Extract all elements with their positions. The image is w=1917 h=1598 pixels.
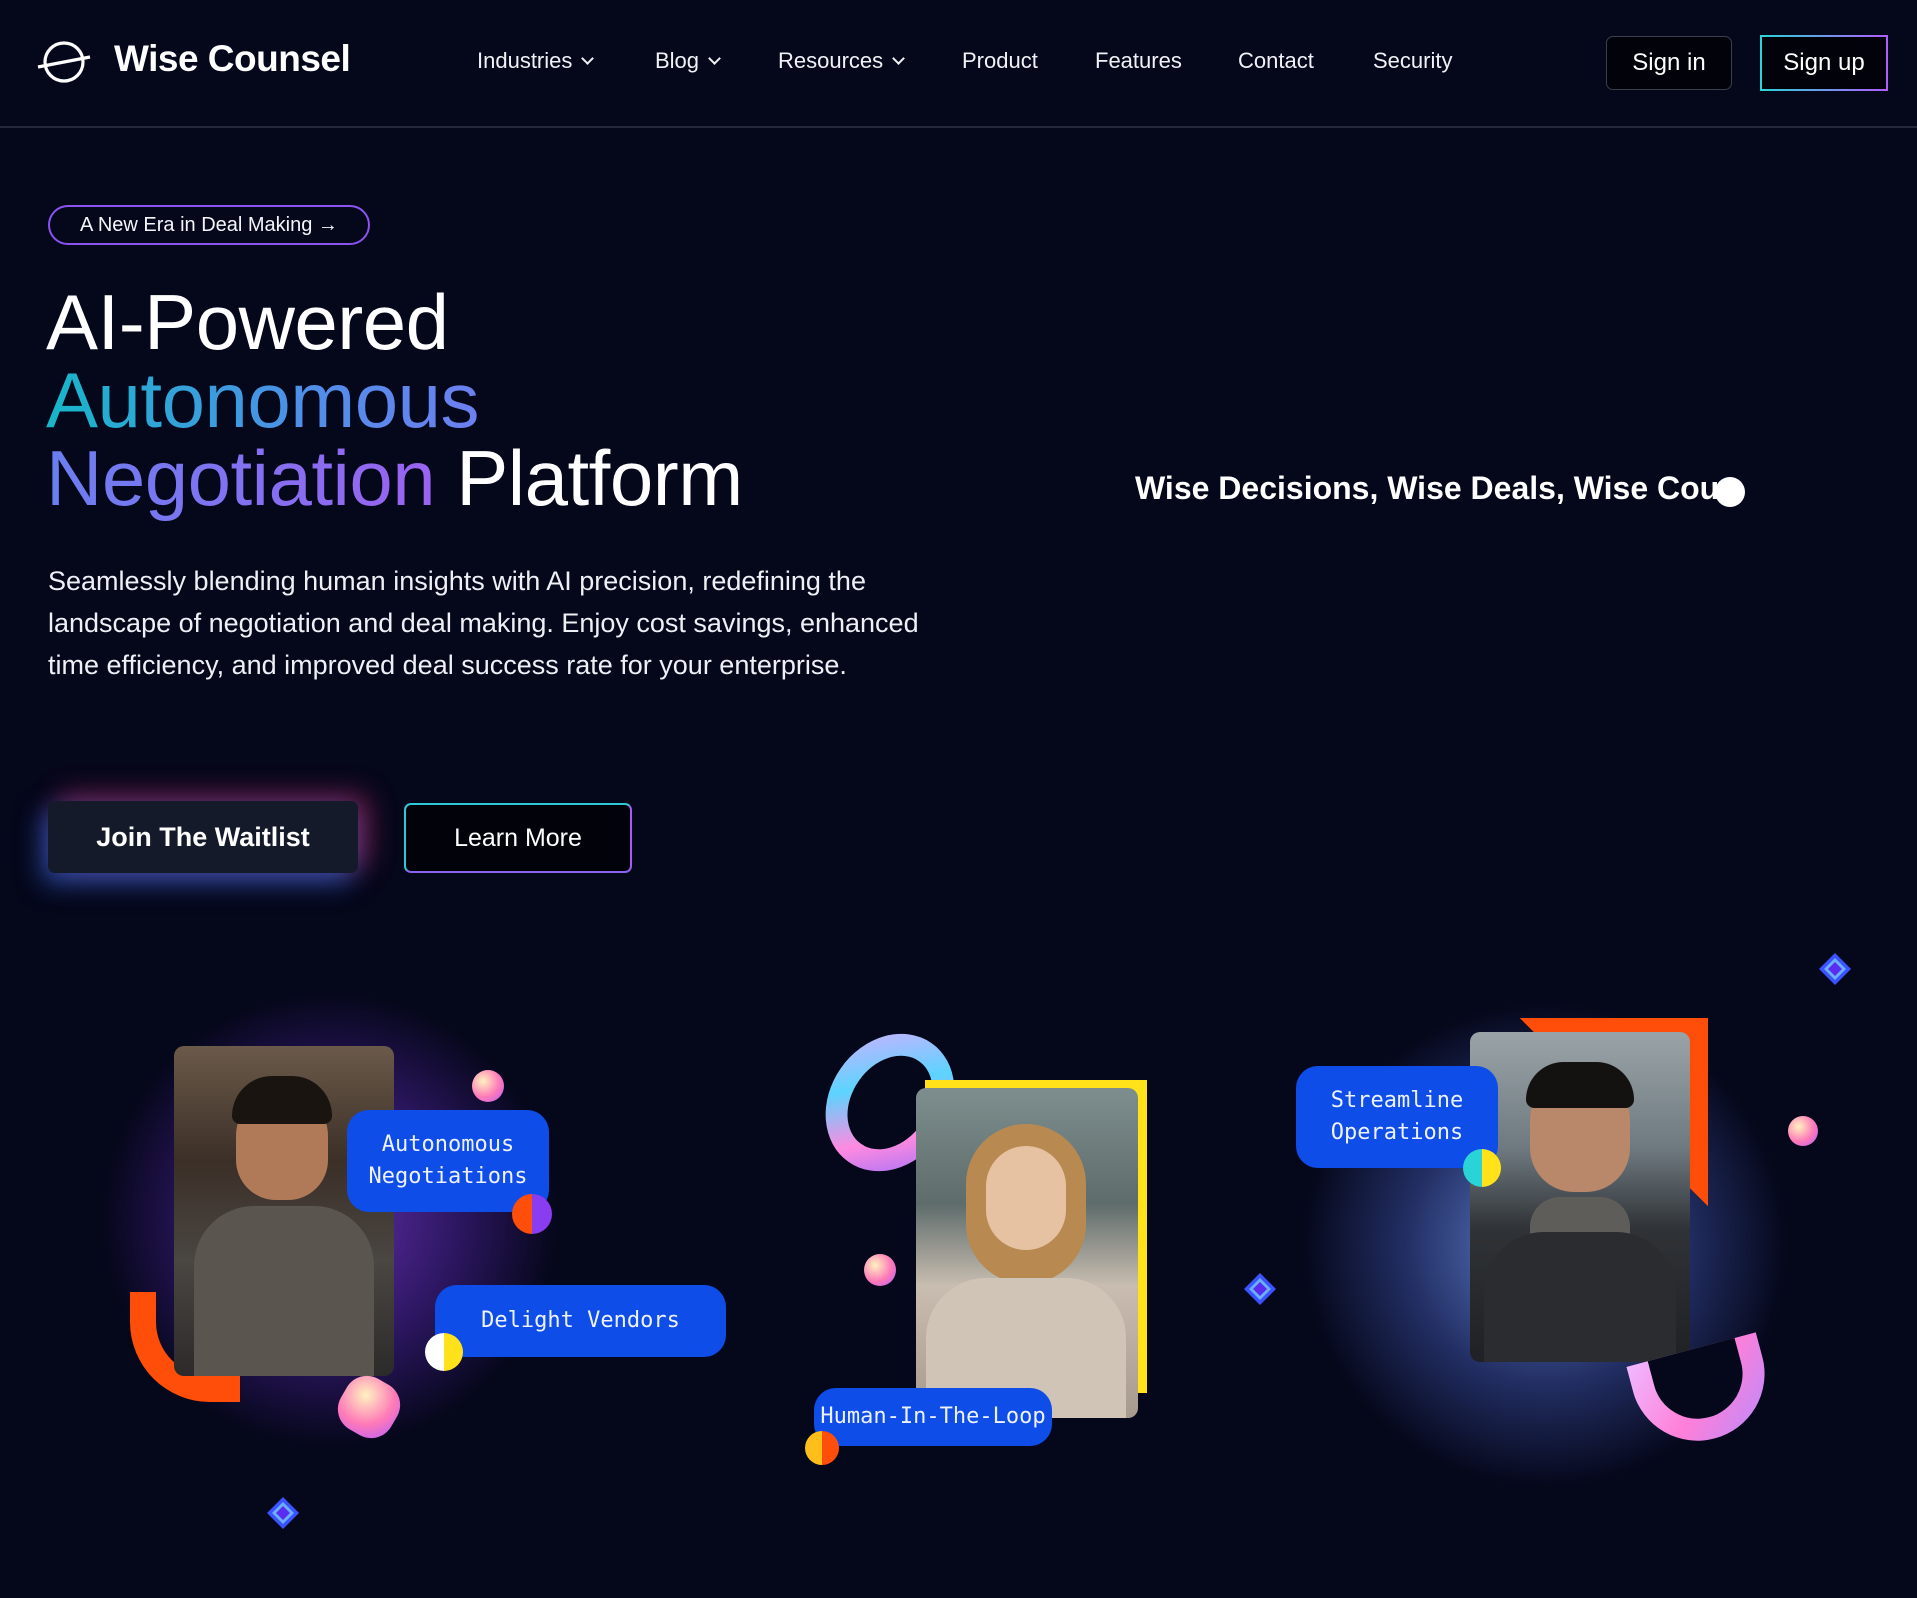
join-waitlist-button[interactable]: Join The Waitlist <box>48 801 358 873</box>
diamond-gem-icon <box>267 1497 299 1529</box>
tag-human-in-the-loop: Human-In-The-Loop <box>814 1388 1052 1446</box>
nav-blog[interactable]: Blog <box>655 48 721 74</box>
nav-label: Industries <box>477 48 573 73</box>
portrait-face <box>986 1146 1066 1250</box>
iridescent-orb <box>472 1070 504 1102</box>
diamond-gem-icon <box>1819 953 1851 985</box>
hero-title-line-2: Autonomous <box>46 356 479 444</box>
nav-resources[interactable]: Resources <box>778 48 906 74</box>
hero-description: Seamlessly blending human insights with … <box>48 566 919 680</box>
sign-up-button[interactable]: Sign up <box>1760 35 1888 91</box>
tag-autonomous-negotiations: Autonomous Negotiations <box>347 1110 549 1212</box>
tag-streamline-operations: Streamline Operations <box>1296 1066 1498 1168</box>
typing-cursor-dot <box>1715 477 1745 507</box>
portrait-hair <box>1526 1062 1634 1108</box>
half-dot-teal-yellow <box>1463 1149 1501 1187</box>
nav-label: Resources <box>778 48 884 73</box>
hero-title-line-3: Negotiation Platform <box>46 438 743 518</box>
portrait-hair <box>232 1076 332 1124</box>
nav-product[interactable]: Product <box>962 48 1038 74</box>
nav-contact[interactable]: Contact <box>1238 48 1314 74</box>
hero-title-line-1: AI-Powered <box>46 278 449 366</box>
person-portrait-2 <box>916 1088 1138 1418</box>
hero-title-rest: Platform <box>456 434 743 522</box>
nav-label: Blog <box>655 48 700 73</box>
sign-in-button[interactable]: Sign in <box>1606 36 1732 90</box>
brand-name[interactable]: Wise Counsel <box>114 38 351 80</box>
portrait-jacket <box>194 1206 374 1376</box>
announcement-badge[interactable]: A New Era in Deal Making → <box>48 205 370 245</box>
tag-delight-vendors: Delight Vendors <box>435 1285 726 1357</box>
portrait-coat <box>1484 1232 1676 1362</box>
chevron-down-icon <box>708 52 721 65</box>
person-portrait-1 <box>174 1046 394 1376</box>
half-dot-white-yellow <box>425 1333 463 1371</box>
nav-security[interactable]: Security <box>1373 48 1452 74</box>
nav-features[interactable]: Features <box>1095 48 1182 74</box>
nav-industries[interactable]: Industries <box>477 48 595 74</box>
half-dot-orange-purple <box>512 1194 552 1234</box>
typed-tagline: Wise Decisions, Wise Deals, Wise Cou <box>1135 470 1720 506</box>
iridescent-orb <box>864 1254 896 1286</box>
learn-more-button[interactable]: Learn More <box>404 803 632 873</box>
chevron-down-icon <box>581 52 595 65</box>
diamond-gem-icon <box>1244 1273 1276 1305</box>
chevron-down-icon <box>892 52 906 65</box>
logo-icon[interactable] <box>36 40 92 84</box>
iridescent-orb <box>1788 1116 1818 1146</box>
half-dot-yellow-orange <box>805 1431 839 1465</box>
person-portrait-3 <box>1470 1032 1690 1362</box>
hero-title-accent: Negotiation <box>46 434 436 522</box>
